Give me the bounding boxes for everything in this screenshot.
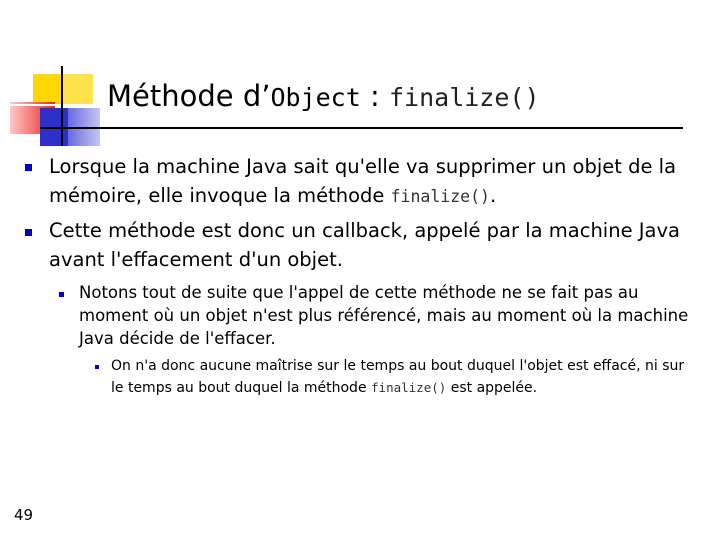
bullet-marker-2 bbox=[25, 229, 32, 236]
bullet-item-1: Lorsque la machine Java sait qu'elle va … bbox=[49, 152, 709, 211]
bullet-1-tail: . bbox=[489, 184, 497, 207]
sub-sub-bullet-marker-1 bbox=[95, 365, 99, 369]
slide-title: Méthode d’Object : finalize() bbox=[107, 74, 540, 120]
title-code-method: finalize() bbox=[388, 83, 540, 112]
page-number: 49 bbox=[14, 506, 34, 524]
sub-bullet-marker-1 bbox=[59, 292, 64, 297]
title-separator: : bbox=[360, 79, 389, 113]
logo-vertical-line bbox=[61, 66, 63, 146]
bullet-marker-1 bbox=[25, 164, 32, 171]
sub-bullet-item-1: Notons tout de suite que l'appel de cett… bbox=[79, 281, 699, 350]
yellow-square-top-right bbox=[63, 74, 93, 104]
yellow-square-top bbox=[33, 74, 63, 104]
sub-bullet-1-text: Notons tout de suite que l'appel de cett… bbox=[79, 283, 689, 348]
bullet-2-text: Cette méthode est donc un callback, appe… bbox=[49, 219, 680, 271]
sub-sub-bullet-1-code: finalize() bbox=[371, 380, 447, 395]
bullet-item-2: Cette méthode est donc un callback, appe… bbox=[49, 216, 709, 274]
bullet-1-code: finalize() bbox=[390, 187, 490, 206]
bullet-1-text: Lorsque la machine Java sait qu'elle va … bbox=[49, 155, 677, 207]
sub-sub-bullet-1-tail: est appelée. bbox=[446, 380, 538, 396]
title-prefix: Méthode d’ bbox=[107, 79, 271, 113]
logo-horizontal-line bbox=[0, 104, 100, 106]
title-underline bbox=[40, 127, 683, 129]
title-code-object: Object bbox=[270, 83, 361, 112]
sub-sub-bullet-item-1: On n'a donc aucune maîtrise sur le temps… bbox=[111, 355, 691, 399]
